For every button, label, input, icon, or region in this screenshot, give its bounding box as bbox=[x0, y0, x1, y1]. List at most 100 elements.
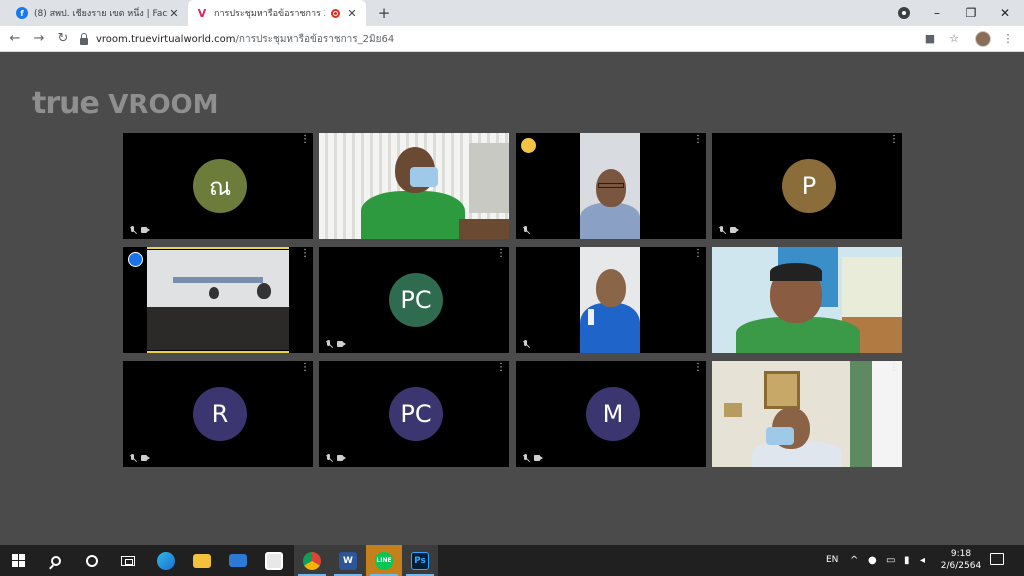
participant-tile[interactable]: M ⋮ bbox=[516, 361, 706, 467]
search-button[interactable] bbox=[38, 545, 74, 576]
tab-title: (8) สพป. เชียงราย เขต หนึ่ง | Facebook bbox=[34, 9, 168, 19]
more-options-icon[interactable]: ⋮ bbox=[300, 135, 310, 145]
profile-avatar[interactable] bbox=[975, 31, 991, 47]
close-tab-icon[interactable]: ✕ bbox=[346, 7, 358, 20]
photoshop-icon: Ps bbox=[411, 551, 429, 570]
participant-video-tile[interactable]: ⋮ bbox=[516, 133, 706, 239]
edge-icon bbox=[157, 551, 175, 570]
mic-off-icon bbox=[325, 454, 333, 462]
battery-icon[interactable]: ▮ bbox=[904, 555, 910, 566]
participant-video-tile-active-speaker[interactable]: ⋮ bbox=[123, 247, 313, 353]
restore-button[interactable]: ❐ bbox=[954, 0, 988, 26]
close-window-button[interactable]: ✕ bbox=[988, 0, 1022, 26]
mic-off-icon bbox=[129, 454, 137, 462]
participant-tile[interactable]: R ⋮ bbox=[123, 361, 313, 467]
facebook-icon: f bbox=[16, 7, 28, 19]
address-bar[interactable]: vroom.truevirtualworld.com /การประชุมหาร… bbox=[80, 29, 960, 49]
reaction-badge bbox=[521, 138, 536, 153]
mail-icon bbox=[229, 554, 247, 567]
more-options-icon[interactable]: ⋮ bbox=[300, 249, 310, 259]
minimize-button[interactable]: – bbox=[920, 0, 954, 26]
chrome-icon bbox=[303, 551, 321, 570]
file-explorer-app[interactable] bbox=[184, 545, 220, 576]
line-app[interactable]: LINE bbox=[366, 545, 402, 576]
more-options-icon[interactable]: ⋮ bbox=[889, 249, 899, 259]
store-app[interactable] bbox=[256, 545, 292, 576]
mic-off-icon bbox=[522, 226, 530, 234]
more-options-icon[interactable]: ⋮ bbox=[496, 135, 506, 145]
participant-tile[interactable]: PC ⋮ bbox=[319, 361, 509, 467]
truevroom-logo: true VROOM bbox=[32, 86, 219, 121]
start-button[interactable] bbox=[0, 545, 36, 576]
star-icon[interactable]: ☆ bbox=[946, 31, 962, 47]
mic-off-icon bbox=[129, 226, 137, 234]
edge-app[interactable] bbox=[148, 545, 184, 576]
mic-off-icon bbox=[522, 340, 530, 348]
clock-time: 9:18 bbox=[950, 549, 972, 559]
lock-icon[interactable] bbox=[80, 32, 88, 45]
volume-icon[interactable]: ◂ bbox=[920, 555, 925, 566]
camera-off-icon bbox=[337, 340, 346, 348]
browser-profile-icon[interactable] bbox=[898, 7, 910, 19]
task-view-button[interactable] bbox=[110, 545, 146, 576]
tab-title: การประชุมหารือข้อราชการ 2 มิ.ย. bbox=[214, 9, 325, 19]
avatar: R bbox=[193, 387, 247, 441]
reload-button[interactable]: ↻ bbox=[54, 30, 72, 48]
participant-video-tile[interactable]: ⋮ bbox=[516, 247, 706, 353]
vroom-icon: V bbox=[197, 6, 207, 20]
photoshop-app[interactable]: Ps bbox=[402, 545, 438, 576]
language-indicator[interactable]: EN bbox=[826, 555, 838, 565]
tab-facebook[interactable]: f (8) สพป. เชียงราย เขต หนึ่ง | Facebook… bbox=[8, 0, 188, 26]
back-button[interactable]: ← bbox=[6, 30, 24, 48]
participant-video-tile[interactable]: ⋮ bbox=[712, 247, 902, 353]
camera-off-icon bbox=[534, 454, 543, 462]
more-options-icon[interactable]: ⋮ bbox=[496, 249, 506, 259]
forward-button[interactable]: → bbox=[30, 30, 48, 48]
camera-off-icon bbox=[730, 226, 739, 234]
more-options-icon[interactable]: ⋮ bbox=[693, 249, 703, 259]
new-tab-button[interactable]: + bbox=[374, 3, 394, 23]
mic-off-icon bbox=[325, 340, 333, 348]
word-app[interactable]: W bbox=[330, 545, 366, 576]
close-tab-icon[interactable]: ✕ bbox=[168, 7, 180, 20]
more-options-icon[interactable]: ⋮ bbox=[693, 363, 703, 373]
camera-off-icon bbox=[141, 454, 150, 462]
camera-icon[interactable]: ■ bbox=[922, 31, 938, 47]
network-icon[interactable]: ▭ bbox=[886, 555, 895, 566]
more-options-icon[interactable]: ⋮ bbox=[496, 363, 506, 373]
participant-video-tile[interactable]: ⋮ bbox=[319, 133, 509, 239]
url-path: /การประชุมหารือข้อราชการ_2มิย64 bbox=[235, 33, 395, 45]
chevron-up-icon[interactable]: ^ bbox=[850, 555, 858, 566]
mic-off-icon bbox=[718, 226, 726, 234]
more-options-icon[interactable]: ⋮ bbox=[889, 363, 899, 373]
cortana-icon bbox=[86, 554, 98, 567]
participant-tile[interactable]: PC ⋮ bbox=[319, 247, 509, 353]
tab-vroom-meeting[interactable]: V การประชุมหารือข้อราชการ 2 มิ.ย. ✕ bbox=[188, 0, 366, 26]
windows-taskbar: W LINE Ps EN ^ ● ▭ ▮ ◂ 9:18 2/6/2564 bbox=[0, 545, 1024, 576]
more-options-icon[interactable]: ⋮ bbox=[300, 363, 310, 373]
search-icon bbox=[51, 555, 61, 566]
mic-icon[interactable]: ● bbox=[868, 555, 877, 566]
video-feed bbox=[764, 371, 800, 409]
browser-toolbar: ← → ↻ vroom.truevirtualworld.com /การประ… bbox=[0, 26, 1024, 52]
participant-video-tile[interactable]: ⋮ bbox=[712, 361, 902, 467]
participant-tile[interactable]: P ⋮ bbox=[712, 133, 902, 239]
clock-date: 2/6/2564 bbox=[940, 561, 982, 571]
recording-icon bbox=[331, 8, 340, 18]
more-options-icon[interactable]: ⋮ bbox=[889, 135, 899, 145]
notification-icon[interactable] bbox=[990, 553, 1004, 565]
word-icon: W bbox=[339, 551, 357, 570]
chrome-app[interactable] bbox=[294, 545, 330, 576]
camera-off-icon bbox=[337, 454, 346, 462]
mail-app[interactable] bbox=[220, 545, 256, 576]
store-icon bbox=[265, 551, 283, 570]
task-view-icon bbox=[121, 555, 135, 566]
menu-icon[interactable]: ⋮ bbox=[1000, 31, 1016, 47]
more-options-icon[interactable]: ⋮ bbox=[693, 135, 703, 145]
windows-icon bbox=[11, 554, 25, 567]
system-clock[interactable]: 9:18 2/6/2564 bbox=[938, 548, 984, 572]
participant-tile[interactable]: ณ ⋮ bbox=[123, 133, 313, 239]
cortana-button[interactable] bbox=[74, 545, 110, 576]
line-icon: LINE bbox=[375, 551, 393, 570]
url-host: vroom.truevirtualworld.com bbox=[96, 33, 236, 45]
